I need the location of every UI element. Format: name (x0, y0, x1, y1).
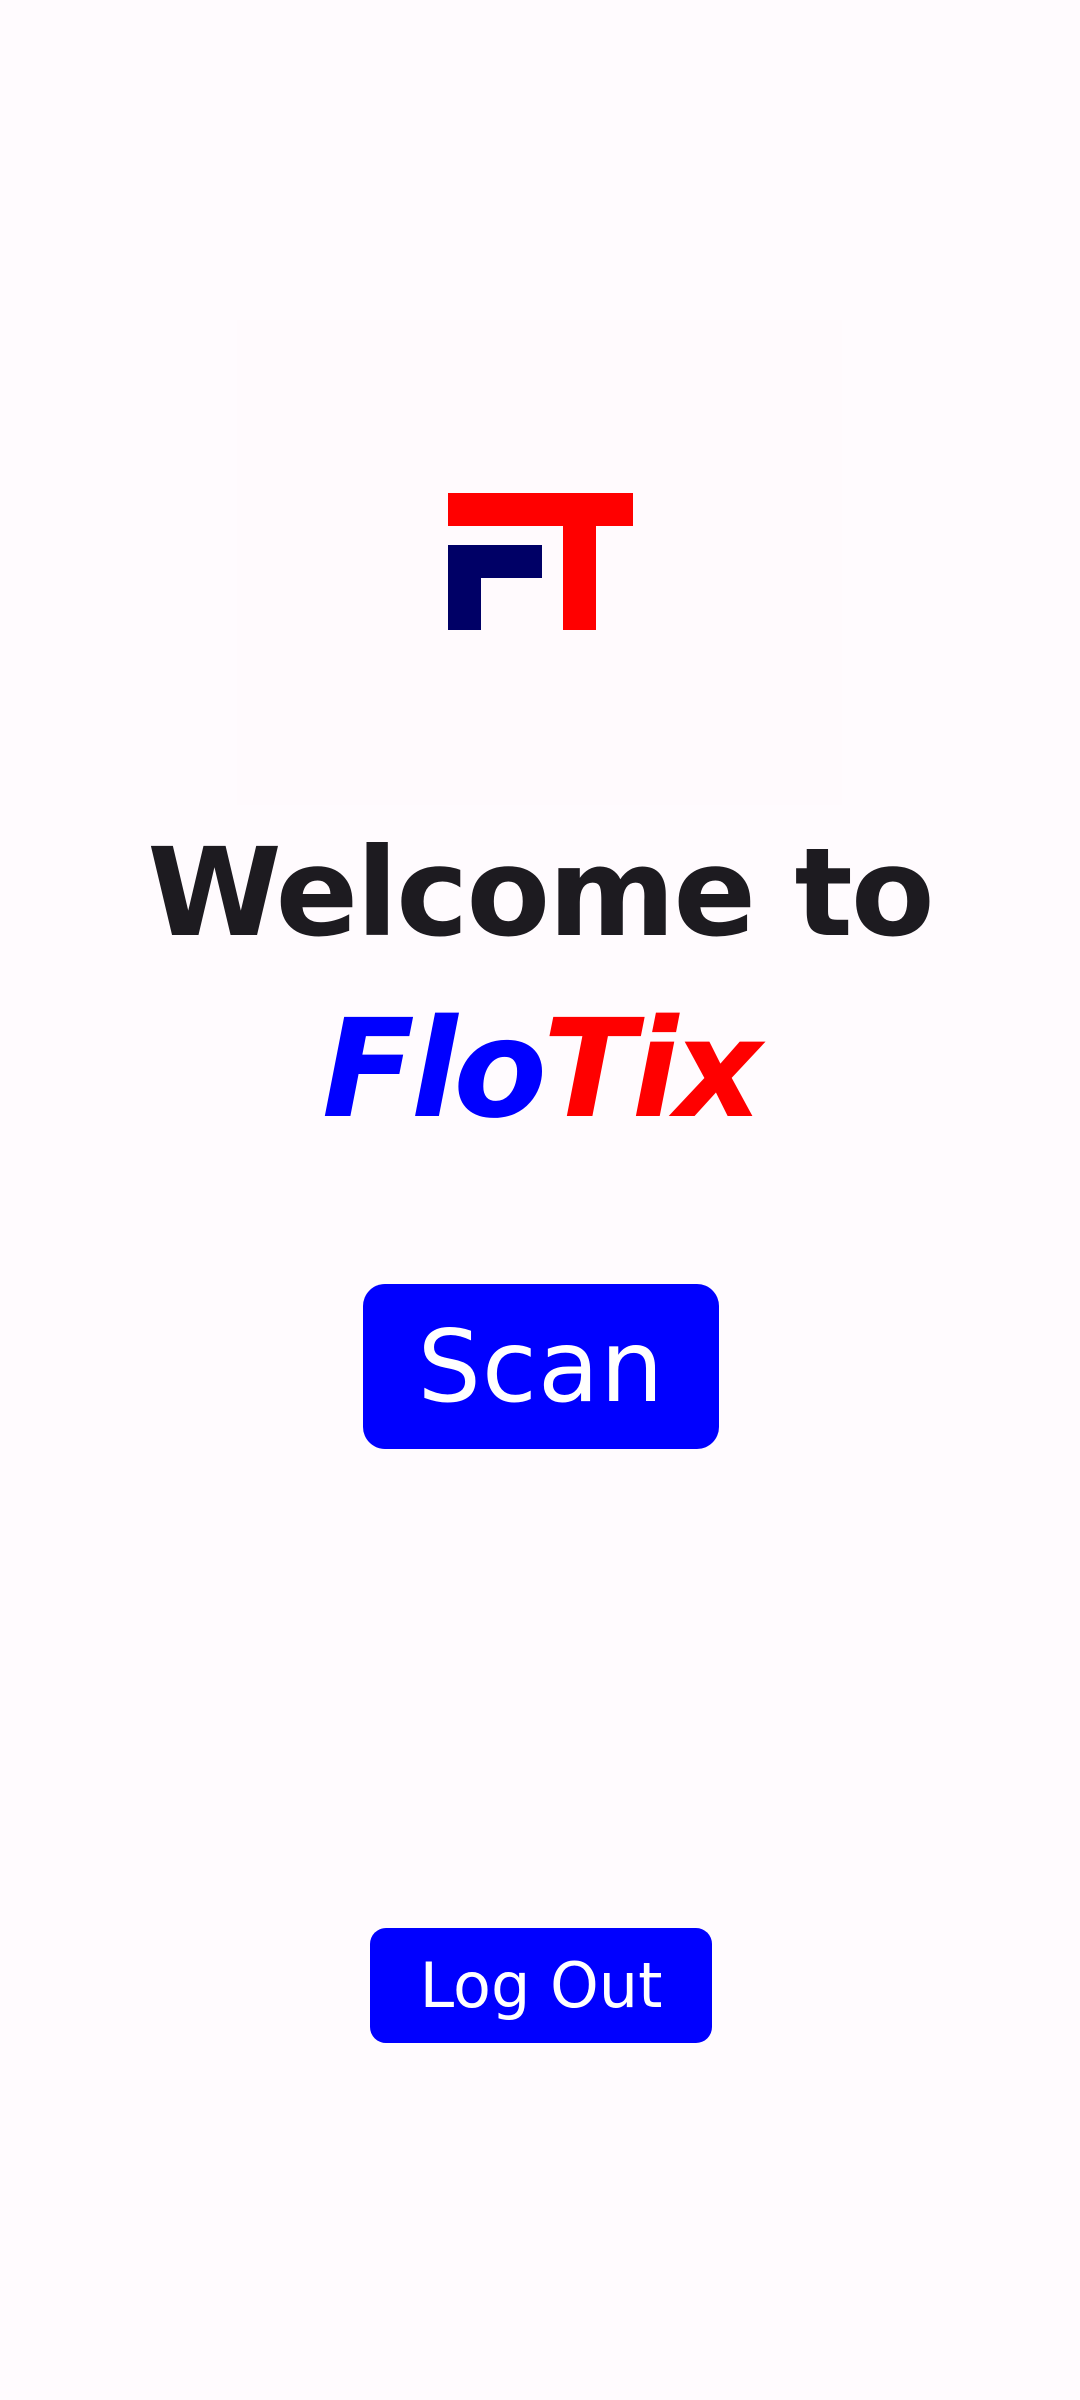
logo-top-bar (448, 493, 633, 526)
flotix-logo-icon (448, 493, 633, 630)
brand-name-flo: Flo (321, 991, 547, 1149)
welcome-heading: Welcome to (147, 822, 934, 964)
scan-button[interactable]: Scan (363, 1284, 719, 1449)
brand-name-tix: Tix (542, 991, 762, 1149)
brand-name: FloTix (0, 990, 1080, 1150)
logo-t-stem (563, 493, 596, 630)
logo-f-stem (448, 545, 481, 630)
status-bar (0, 0, 1080, 80)
logout-button[interactable]: Log Out (370, 1928, 712, 2043)
